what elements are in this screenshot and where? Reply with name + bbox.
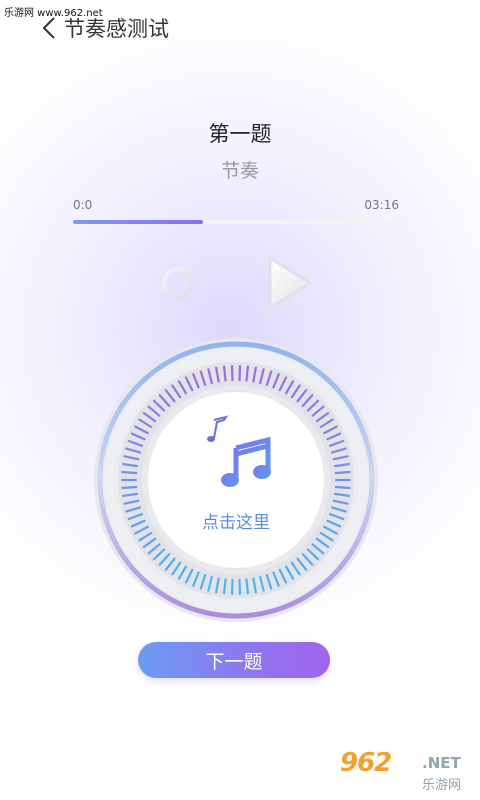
page-title: 节奏感测试 [64,17,169,41]
next-question-button[interactable]: 下一题 [138,642,330,678]
question-subtitle: 节奏 [220,160,259,182]
replay-icon[interactable] [158,262,198,302]
dial-tick [334,470,351,475]
dial-tick [238,364,242,382]
question-title: 第一题 [208,122,272,146]
watermark-number: 962 [340,748,392,778]
watermark-logo: 962 .NET 乐游网 [340,748,476,794]
watermark-name: 乐游网 [422,778,462,793]
dial-tick [245,365,249,382]
progress-bar[interactable] [73,220,399,224]
watermark-net: .NET [422,754,461,772]
back-button[interactable]: 节奏感测试 [40,12,169,44]
play-icon[interactable] [264,252,316,314]
dial-tick [121,470,138,475]
dial-tick [223,578,227,595]
music-dial: 点击这里 [90,334,382,626]
progress-fill [73,220,204,224]
time-elapsed: 0:0 [73,198,93,212]
dial-tick [121,485,138,490]
chevron-left-icon [42,17,55,39]
dial-tick [223,365,227,382]
music-notes-icon [207,415,271,487]
tap-here-label: 点击这里 [202,513,270,533]
time-total: 03:16 [364,198,399,212]
dial-tick [230,578,234,595]
tap-here-button[interactable]: 点击这里 [146,390,326,570]
dial-tick [334,485,351,490]
dial-tick [238,578,242,595]
dial-tick [230,364,234,382]
screen: 乐游网 www.962.net 节奏感测试 第一题 节奏 0:0 03:16 点… [0,0,480,800]
dial-tick [245,578,249,595]
